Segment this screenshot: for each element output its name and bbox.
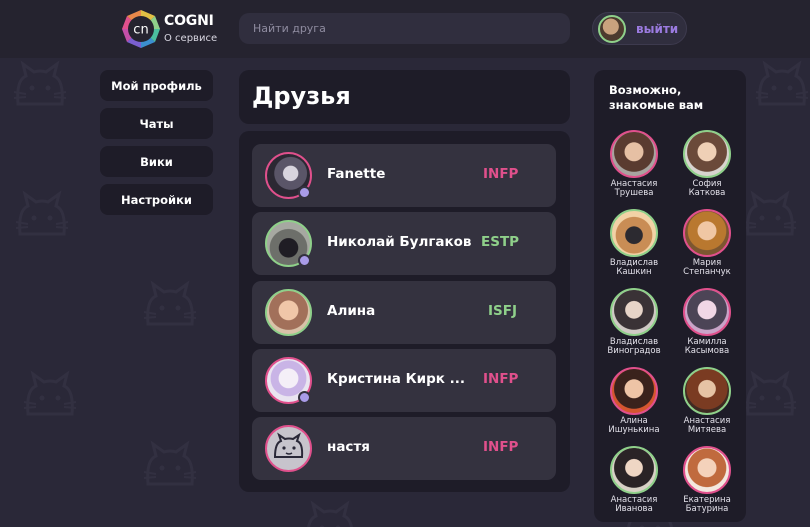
last-name: Степанчук: [683, 267, 731, 277]
suggested-person[interactable]: Анастасия Митяева: [671, 367, 743, 435]
suggested-person-name: Владислав Виноградов: [598, 338, 670, 356]
online-status-dot: [298, 186, 311, 199]
suggested-person[interactable]: Алина Ишунькина: [598, 367, 670, 435]
suggested-person-name: Анастасия Трушева: [598, 180, 670, 198]
suggested-person-name: София Каткова: [671, 180, 743, 198]
cat-pattern-icon: [307, 500, 353, 527]
friend-name: настя: [327, 439, 370, 455]
cogni-logo-icon[interactable]: cn: [121, 9, 161, 49]
cat-pattern-icon: [743, 370, 797, 416]
search-input[interactable]: [239, 13, 570, 44]
suggested-person-avatar: [610, 446, 658, 494]
suggested-person-avatar: [683, 130, 731, 178]
cat-pattern-icon: [23, 370, 77, 416]
last-name: Ишунькина: [608, 425, 660, 435]
nav-settings[interactable]: Настройки: [100, 184, 213, 215]
suggested-person-avatar: [610, 130, 658, 178]
suggestions-panel: Возможно, знакомые вам Анастасия Трушева С…: [594, 70, 746, 522]
cat-pattern-icon: [743, 190, 797, 236]
nav-my-profile[interactable]: Мой профиль: [100, 70, 213, 101]
personality-type-badge: ISFJ: [488, 303, 517, 319]
suggested-person[interactable]: Анастасия Трушева: [598, 130, 670, 198]
friend-row[interactable]: Николай Булгаков ESTP: [252, 212, 556, 275]
friend-name: Николай Булгаков: [327, 234, 472, 250]
logout-button[interactable]: выйти: [592, 12, 687, 45]
nav-wiki[interactable]: Вики: [100, 146, 213, 177]
cat-drawing-icon: [273, 432, 304, 458]
suggested-person-name: Анастасия Иванова: [598, 496, 670, 514]
brand-name: COGNI: [164, 13, 214, 29]
page-title: Друзья: [252, 82, 351, 110]
friend-name: Fanette: [327, 166, 386, 182]
suggested-person[interactable]: Екатерина Батурина: [671, 446, 743, 514]
suggested-person[interactable]: Мария Степанчук: [671, 209, 743, 277]
friend-search[interactable]: [239, 13, 570, 44]
personality-type-badge: INFP: [483, 439, 519, 455]
personality-type-badge: ESTP: [481, 234, 520, 250]
about-link[interactable]: О сервисе: [164, 33, 217, 44]
friend-row[interactable]: Fanette INFP: [252, 144, 556, 207]
online-status-dot: [298, 391, 311, 404]
last-name: Кашкин: [616, 267, 652, 277]
friend-name: Кристина Кирк ...: [327, 371, 465, 387]
cat-pattern-icon: [143, 280, 197, 326]
suggested-person-name: Анастасия Митяева: [671, 417, 743, 435]
suggested-person-avatar: [683, 288, 731, 336]
friend-row[interactable]: Алина ISFJ: [252, 281, 556, 344]
last-name: Батурина: [685, 504, 729, 514]
suggested-person-name: Алина Ишунькина: [598, 417, 670, 435]
svg-text:cn: cn: [133, 23, 148, 38]
suggested-person-name: Владислав Кашкин: [598, 259, 670, 277]
last-name: Виноградов: [607, 346, 661, 356]
logout-label: выйти: [636, 22, 679, 36]
friend-row[interactable]: Кристина Кирк ... INFP: [252, 349, 556, 412]
friends-list: Fanette INFP Николай Булгаков ESTP Алина…: [239, 131, 570, 492]
suggested-person-avatar: [610, 209, 658, 257]
user-avatar: [598, 15, 626, 43]
suggested-person-name: Камилла Касымова: [671, 338, 743, 356]
cat-pattern-icon: [15, 190, 69, 236]
friend-row[interactable]: настя INFP: [252, 417, 556, 480]
suggested-person[interactable]: Анастасия Иванова: [598, 446, 670, 514]
suggested-person[interactable]: Владислав Виноградов: [598, 288, 670, 356]
nav-chats[interactable]: Чаты: [100, 108, 213, 139]
top-bar: cn COGNI О сервисе выйти: [0, 0, 810, 58]
personality-type-badge: INFP: [483, 371, 519, 387]
friend-name: Алина: [327, 303, 376, 319]
suggested-person-avatar: [610, 367, 658, 415]
last-name: Каткова: [688, 188, 726, 198]
suggested-person[interactable]: Владислав Кашкин: [598, 209, 670, 277]
suggested-person-avatar: [610, 288, 658, 336]
suggested-person-avatar: [683, 446, 731, 494]
last-name: Трушева: [614, 188, 654, 198]
suggested-person-avatar: [683, 367, 731, 415]
suggestions-title: Возможно, знакомые вам: [609, 83, 704, 112]
last-name: Иванова: [615, 504, 653, 514]
cat-pattern-icon: [755, 60, 809, 106]
cat-pattern-icon: [13, 60, 67, 106]
friend-avatar: [265, 425, 312, 472]
suggested-person[interactable]: Камилла Касымова: [671, 288, 743, 356]
cat-pattern-icon: [143, 440, 197, 486]
suggested-person-name: Екатерина Батурина: [671, 496, 743, 514]
suggested-person[interactable]: София Каткова: [671, 130, 743, 198]
online-status-dot: [298, 254, 311, 267]
last-name: Касымова: [684, 346, 730, 356]
friend-avatar: [265, 289, 312, 336]
last-name: Митяева: [687, 425, 727, 435]
suggested-person-name: Мария Степанчук: [671, 259, 743, 277]
friends-header: Друзья: [239, 70, 570, 124]
personality-type-badge: INFP: [483, 166, 519, 182]
suggested-person-avatar: [683, 209, 731, 257]
